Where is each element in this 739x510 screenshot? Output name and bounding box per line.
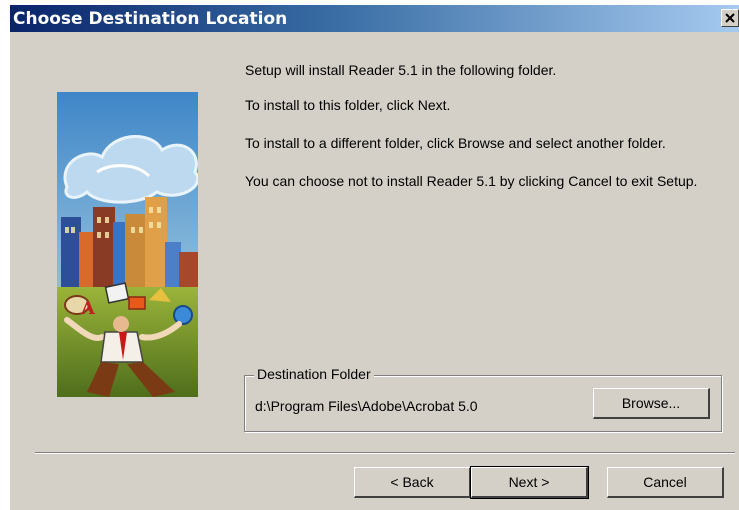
title-bar[interactable]: Choose Destination Location <box>10 5 739 32</box>
info-text-cancel: You can choose not to install Reader 5.1… <box>245 173 698 189</box>
destination-folder-group: Destination Folder d:\Program Files\Adob… <box>244 366 722 432</box>
close-icon <box>725 13 735 23</box>
close-button[interactable] <box>721 9 739 27</box>
setup-illustration: A <box>57 92 198 397</box>
info-text-browse: To install to a different folder, click … <box>245 135 666 151</box>
window-title: Choose Destination Location <box>13 9 288 29</box>
next-button[interactable]: Next > <box>470 466 589 499</box>
svg-text:A: A <box>80 298 96 319</box>
destination-path-text: d:\Program Files\Adobe\Acrobat 5.0 <box>255 398 478 414</box>
browse-button[interactable]: Browse... <box>593 388 710 419</box>
setup-dialog: Choose Destination Location A Setup will… <box>10 5 739 510</box>
button-separator <box>35 452 735 454</box>
back-button[interactable]: < Back <box>354 467 471 498</box>
info-text-click-next: To install to this folder, click Next. <box>245 97 451 113</box>
destination-folder-label: Destination Folder <box>254 366 374 382</box>
cancel-button[interactable]: Cancel <box>607 467 724 498</box>
info-text-install-location: Setup will install Reader 5.1 in the fol… <box>245 62 557 78</box>
